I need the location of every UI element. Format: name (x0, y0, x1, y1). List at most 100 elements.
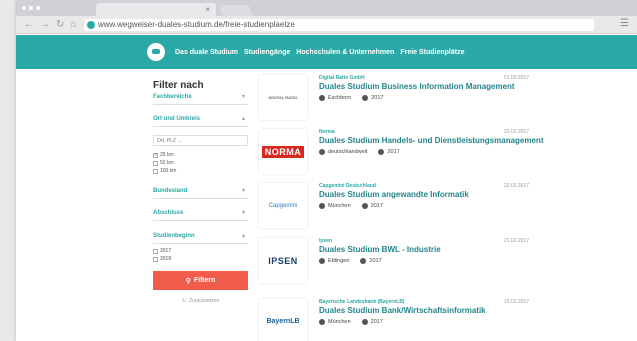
checkbox-checked[interactable]: ✓ (153, 152, 158, 158)
company-name[interactable]: Bayerische Landesbank (BayernLB) (319, 299, 405, 305)
url-field[interactable]: www.wegweiser-duales-studium.de/freie-st… (84, 19, 594, 31)
filter-section-studienbeginn[interactable]: Studienbeginn ▴ (153, 232, 248, 244)
browser-titlebar: × (16, 0, 637, 16)
listing-meta: deutschlandweit 2017 (319, 149, 400, 155)
listing-title[interactable]: Duales Studium Bank/Wirtschaftsinformati… (319, 306, 486, 315)
location-icon (319, 319, 325, 325)
checkbox[interactable] (153, 248, 158, 254)
search-icon: ⚲ (185, 277, 191, 285)
company-logo[interactable]: DIGITAL RATIO (259, 75, 307, 120)
company-logo[interactable]: BayernLB (259, 299, 307, 341)
url-text: www.wegweiser-duales-studium.de/freie-st… (98, 20, 295, 29)
location-search-input[interactable] (154, 136, 247, 145)
listing-date: 21.02.2017 (503, 238, 529, 244)
filter-section-fachbereiche[interactable]: Fachbereiche ▾ (153, 93, 248, 105)
filter-section-ort[interactable]: Ort und Umkreis ▴ (153, 115, 248, 127)
reset-button-label: Zurücksetzen (189, 297, 220, 304)
filter-button[interactable]: ⚲ Filtern (153, 271, 248, 290)
listing-card[interactable]: BayernLB Bayerische Landesbank (BayernLB… (259, 299, 529, 341)
location-icon (319, 149, 325, 155)
listing-year: 2017 (370, 203, 383, 209)
home-icon[interactable]: ⌂ (70, 19, 76, 31)
listing-location: München (328, 319, 351, 325)
filter-section-label: Studienbeginn (153, 233, 195, 239)
company-name[interactable]: Norma (319, 129, 335, 135)
filter-button-label: Filtern (193, 277, 216, 284)
listing-card[interactable]: Capgemini Capgemini Deutschland 22.02.20… (259, 183, 529, 228)
listing-meta: Ettlingen 2017 (319, 258, 382, 264)
checkbox[interactable] (153, 256, 158, 262)
company-logo[interactable]: Capgemini (259, 183, 307, 228)
nav-item-duales-studium[interactable]: Das duale Studium (175, 48, 238, 57)
listing-date: 22.02.2017 (503, 183, 529, 189)
listing-year: 2017 (369, 258, 382, 264)
nav-item-hochschulen[interactable]: Hochschulen & Unternehmen (296, 48, 394, 57)
reset-button[interactable]: ↻ Zurücksetzen (153, 294, 248, 307)
browser-window: × ← → ↻ ⌂ www.wegweiser-duales-studium.d… (16, 0, 637, 341)
calendar-icon (362, 95, 369, 101)
company-logo[interactable]: NORMA (259, 129, 307, 174)
filter-section-bundesland[interactable]: Bundesland ▾ (153, 187, 248, 199)
filter-section-abschluss[interactable]: Abschluss ▾ (153, 209, 248, 221)
listing-title[interactable]: Duales Studium Business Information Mana… (319, 82, 515, 91)
chevron-up-icon: ▴ (241, 116, 245, 122)
browser-menu-icon[interactable]: ☰ (620, 18, 629, 30)
radius-option-50[interactable]: 50 km (153, 160, 174, 166)
close-tab-icon[interactable]: × (205, 4, 210, 15)
listing-location: Ettlingen (328, 258, 350, 264)
location-search-field[interactable] (153, 135, 248, 146)
chevron-down-icon: ▾ (241, 94, 245, 100)
browser-tab[interactable]: × (96, 3, 216, 16)
reload-icon[interactable]: ↻ (56, 19, 64, 31)
company-name[interactable]: Capgemini Deutschland (319, 183, 376, 189)
listing-card[interactable]: DIGITAL RATIO Digital Ratio GmbH 01.03.2… (259, 75, 529, 120)
company-name[interactable]: Ipsen (319, 238, 332, 244)
listing-location: München (328, 203, 351, 209)
location-icon (319, 258, 325, 264)
nav-item-freie-studienplaetze[interactable]: Freie Studienplätze (400, 48, 464, 57)
checkbox-label: 50 km (160, 160, 174, 166)
year-option-2018[interactable]: 2018 (153, 256, 171, 262)
checkbox[interactable] (153, 160, 158, 166)
reset-icon: ↻ (181, 297, 187, 304)
location-icon (319, 203, 325, 209)
listing-meta: München 2017 (319, 203, 383, 209)
site-header: Das duale Studium Studiengänge Hochschul… (16, 35, 637, 69)
listing-location: deutschlandweit (328, 149, 368, 155)
new-tab-button[interactable] (218, 5, 254, 16)
listing-title[interactable]: Duales Studium Handels- und Dienstleistu… (319, 136, 543, 145)
filter-section-label: Bundesland (153, 188, 188, 194)
nav-item-studiengaenge[interactable]: Studiengänge (244, 48, 290, 57)
calendar-icon (360, 258, 367, 264)
checkbox-label: 100 km (160, 168, 177, 174)
radius-option-100[interactable]: 100 km (153, 168, 176, 174)
listing-meta: Eschborn 2017 (319, 95, 384, 101)
filter-sidebar: Filter nach Fachbereiche ▾ Ort und Umkre… (153, 80, 248, 304)
listing-card[interactable]: IPSEN Ipsen 21.02.2017 Duales Studium BW… (259, 238, 529, 283)
listing-title[interactable]: Duales Studium angewandte Informatik (319, 190, 469, 199)
listing-year: 2017 (371, 95, 384, 101)
listing-card[interactable]: NORMA Norma 23.02.2017 Duales Studium Ha… (259, 129, 543, 174)
company-name[interactable]: Digital Ratio GmbH (319, 75, 365, 81)
checkbox-label: 25 km (160, 152, 174, 158)
company-logo[interactable]: IPSEN (259, 238, 307, 283)
listing-date: 01.03.2017 (503, 75, 529, 81)
back-icon[interactable]: ← (24, 19, 34, 31)
checkbox[interactable] (153, 168, 158, 174)
window-controls[interactable] (22, 6, 40, 10)
listing-year: 2017 (387, 149, 400, 155)
filter-section-label: Ort und Umkreis (153, 116, 201, 122)
site-logo-icon[interactable] (147, 43, 165, 61)
year-option-2017[interactable]: 2017 (153, 248, 171, 254)
site-favicon-icon (87, 21, 95, 29)
filter-section-label: Abschluss (153, 210, 184, 216)
listing-location: Eschborn (328, 95, 352, 101)
forward-icon[interactable]: → (40, 19, 50, 31)
main-nav: Das duale Studium Studiengänge Hochschul… (175, 48, 465, 57)
radius-option-25[interactable]: ✓ 25 km (153, 152, 174, 158)
address-bar: ← → ↻ ⌂ www.wegweiser-duales-studium.de/… (16, 16, 637, 34)
listing-title[interactable]: Duales Studium BWL - Industrie (319, 245, 441, 254)
listing-date: 15.02.2017 (503, 299, 529, 305)
listing-meta: München 2017 (319, 319, 383, 325)
listing-year: 2017 (370, 319, 383, 325)
